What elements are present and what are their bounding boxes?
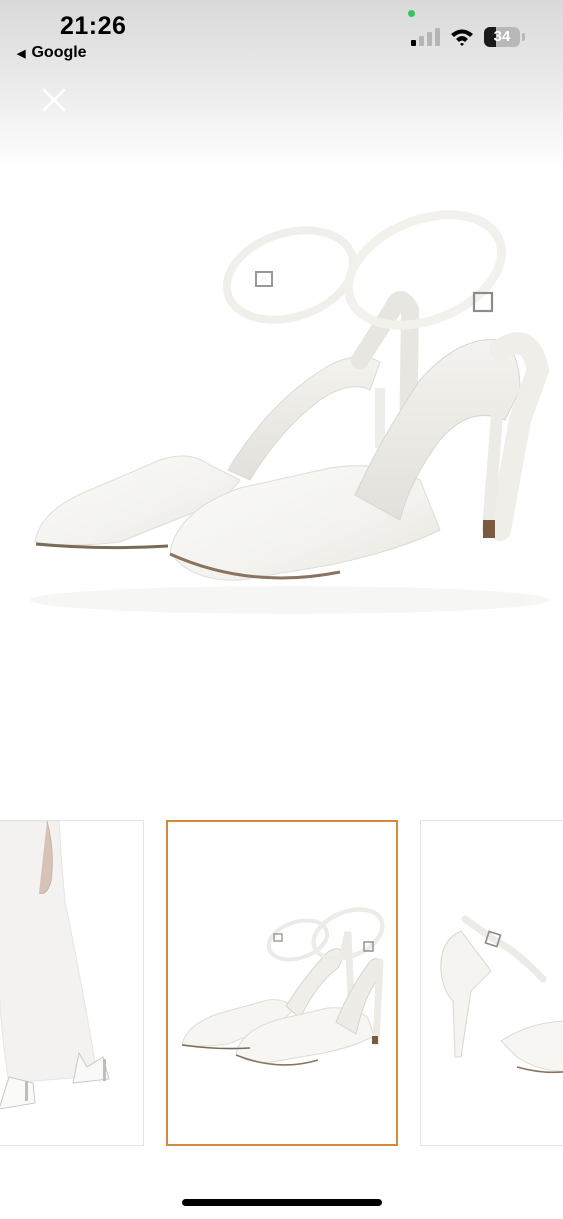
- product-main-image[interactable]: [0, 150, 563, 810]
- battery-icon: 34: [484, 27, 528, 47]
- back-arrow-icon: ◀: [17, 47, 26, 60]
- thumbnail-2-image: [168, 822, 396, 1144]
- thumbnail-side-view[interactable]: [420, 820, 563, 1146]
- thumbnail-strip: [0, 820, 563, 1150]
- thumbnail-pair-pumps-selected[interactable]: [166, 820, 398, 1146]
- cellular-signal-icon: [411, 28, 440, 46]
- battery-percent: 34: [493, 28, 511, 45]
- thumbnail-model-dress[interactable]: [0, 820, 144, 1146]
- camera-in-use-indicator: [408, 10, 415, 17]
- back-to-google-link[interactable]: ◀ Google: [17, 44, 87, 62]
- home-indicator[interactable]: [182, 1199, 382, 1206]
- back-label: Google: [31, 44, 87, 61]
- thumbnail-3-image: [421, 821, 563, 1145]
- status-bar: 21:26 ◀ Google 34: [0, 0, 563, 80]
- thumbnail-1-image: [0, 821, 143, 1145]
- wifi-icon: [451, 29, 473, 46]
- close-icon[interactable]: [38, 84, 70, 116]
- status-time: 21:26: [60, 12, 127, 40]
